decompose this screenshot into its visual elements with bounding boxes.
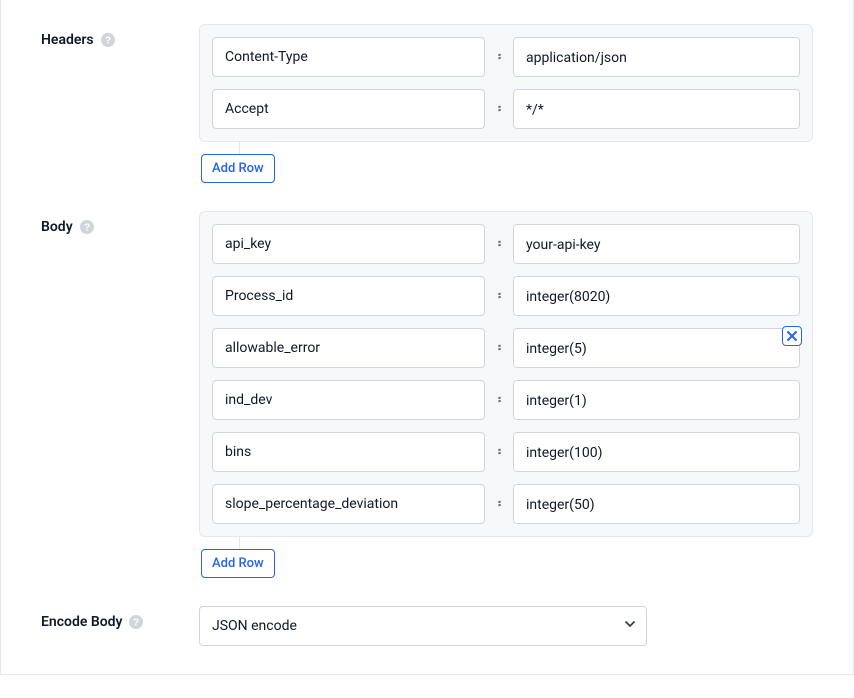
body-row: ፡ [212, 380, 800, 420]
header-value-input[interactable] [513, 37, 800, 77]
colon-separator: ፡ [495, 340, 503, 356]
body-value-input[interactable] [513, 276, 800, 316]
help-icon[interactable]: ? [100, 32, 116, 48]
headers-rows-panel: ፡ ፡ [199, 24, 813, 142]
colon-separator: ፡ [495, 444, 503, 460]
body-key-input[interactable] [212, 432, 485, 472]
body-row: ፡ [212, 276, 800, 316]
headers-label: Headers ? [41, 24, 199, 48]
colon-separator: ፡ [495, 496, 503, 512]
body-label-text: Body [41, 219, 73, 235]
colon-separator: ፡ [495, 236, 503, 252]
header-row: ፡ [212, 89, 800, 129]
svg-text:?: ? [105, 36, 111, 47]
close-icon [787, 331, 797, 341]
encode-body-select[interactable]: JSON encode [199, 606, 647, 646]
body-key-input[interactable] [212, 484, 485, 524]
svg-text:?: ? [133, 618, 139, 629]
headers-content: ፡ ፡ Add Row [199, 24, 813, 183]
add-header-row-button[interactable]: Add Row [201, 154, 275, 183]
body-key-input[interactable] [212, 380, 485, 420]
body-row: ፡ [212, 484, 800, 524]
colon-separator: ፡ [495, 49, 503, 65]
header-value-input[interactable] [513, 89, 800, 129]
headers-section: Headers ? ፡ ፡ [41, 24, 813, 183]
body-row: ፡ [212, 432, 800, 472]
delete-row-button[interactable] [782, 326, 802, 346]
colon-separator: ፡ [495, 392, 503, 408]
body-value-input[interactable] [513, 328, 800, 368]
body-value-input[interactable] [513, 224, 800, 264]
colon-separator: ፡ [495, 101, 503, 117]
encode-body-section: Encode Body ? JSON encode [41, 606, 813, 646]
header-key-input[interactable] [212, 37, 485, 77]
encode-body-content: JSON encode [199, 606, 813, 646]
colon-separator: ፡ [495, 288, 503, 304]
body-value-input[interactable] [513, 380, 800, 420]
encode-body-label-text: Encode Body [41, 614, 122, 630]
body-row: ፡ [212, 224, 800, 264]
body-label: Body ? [41, 211, 199, 235]
header-row: ፡ [212, 37, 800, 77]
header-key-input[interactable] [212, 89, 485, 129]
headers-label-text: Headers [41, 32, 94, 48]
body-key-input[interactable] [212, 276, 485, 316]
encode-body-label: Encode Body ? [41, 606, 199, 630]
svg-text:?: ? [84, 223, 90, 234]
body-value-input[interactable] [513, 432, 800, 472]
body-section: Body ? ፡ ፡ [41, 211, 813, 578]
body-key-input[interactable] [212, 224, 485, 264]
body-key-input[interactable] [212, 328, 485, 368]
body-content: ፡ ፡ ፡ [199, 211, 813, 578]
body-rows-panel: ፡ ፡ ፡ [199, 211, 813, 537]
encode-body-selected-value: JSON encode [212, 618, 297, 634]
body-row: ፡ [212, 328, 800, 368]
form-container: Headers ? ፡ ፡ [0, 0, 854, 675]
encode-body-select-wrap: JSON encode [199, 606, 647, 646]
help-icon[interactable]: ? [128, 614, 144, 630]
help-icon[interactable]: ? [79, 219, 95, 235]
add-body-row-button[interactable]: Add Row [201, 549, 275, 578]
body-value-input[interactable] [513, 484, 800, 524]
